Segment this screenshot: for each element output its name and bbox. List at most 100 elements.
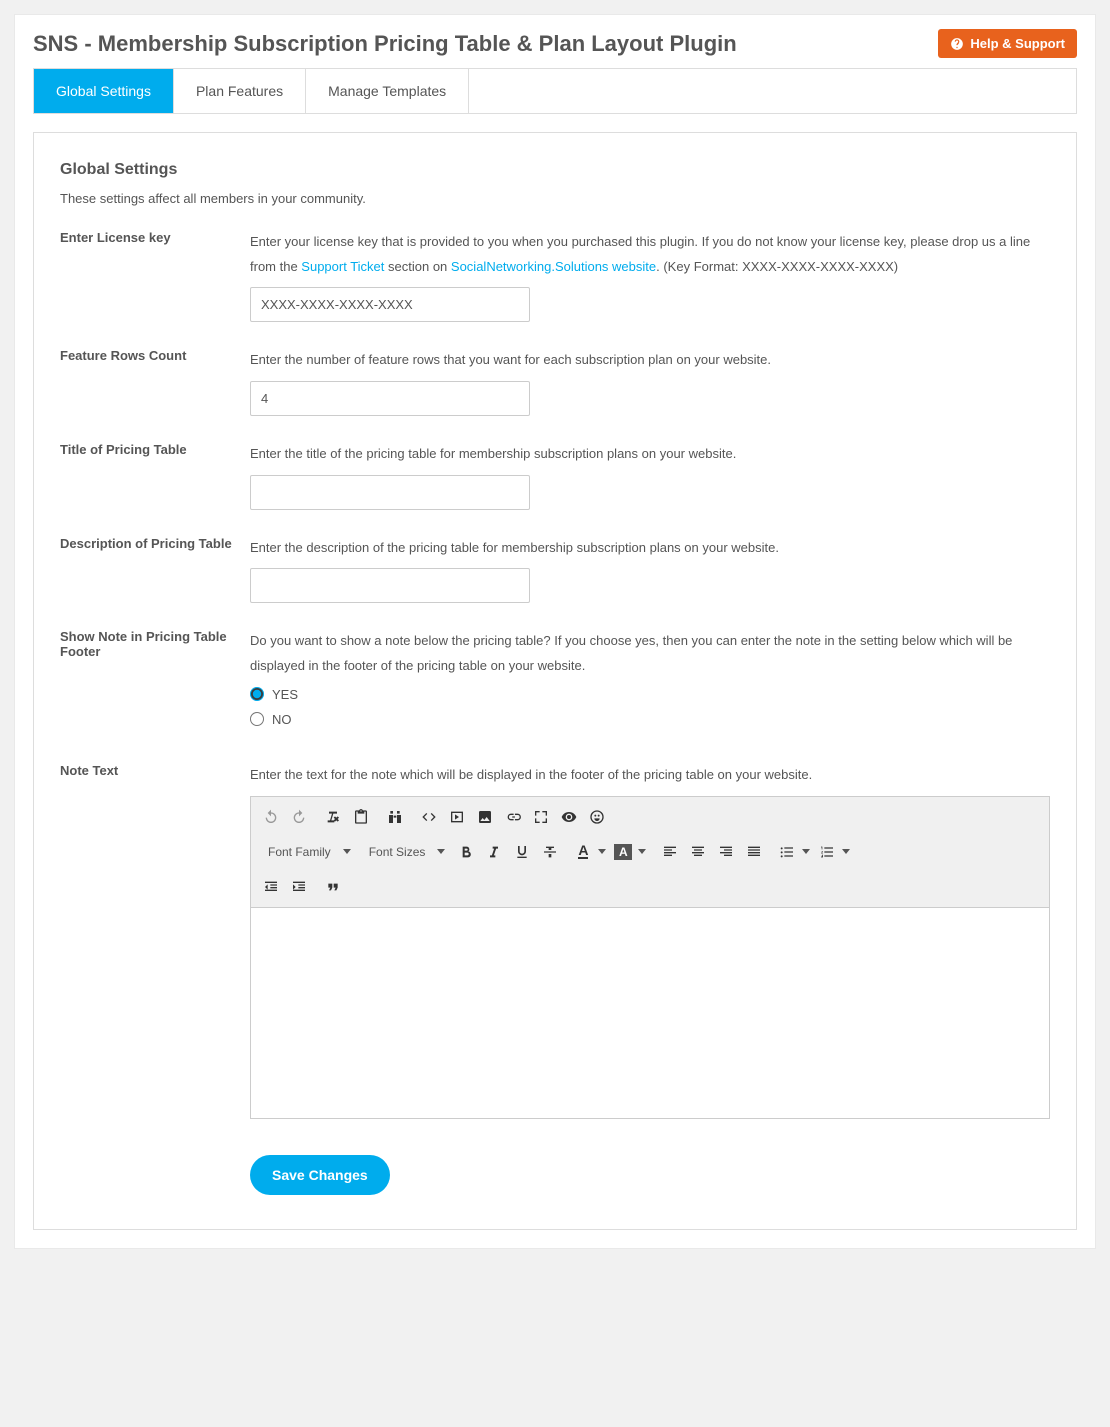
embed-button[interactable] [443,803,471,831]
input-feature-rows[interactable] [250,381,530,416]
caret-icon [437,849,445,854]
tab-global-settings[interactable]: Global Settings [34,69,174,113]
page-header: SNS - Membership Subscription Pricing Ta… [15,15,1095,68]
radio-yes[interactable] [250,687,264,701]
align-left-icon [662,844,678,860]
quote-icon [325,879,341,895]
redo-button[interactable] [285,803,313,831]
caret-icon [598,849,606,854]
font-size-select[interactable]: Font Sizes [358,838,453,866]
desc-note-text: Enter the text for the note which will b… [250,763,1050,788]
panel-subtitle: These settings affect all members in you… [60,191,1050,206]
caret-icon [802,849,810,854]
background-color-icon: A [614,844,632,860]
label-feature-rows: Feature Rows Count [60,348,250,416]
fullscreen-icon [533,809,549,825]
redo-icon [291,809,307,825]
page-container: SNS - Membership Subscription Pricing Ta… [14,14,1096,1249]
radio-no[interactable] [250,712,264,726]
help-support-button[interactable]: Help & Support [938,29,1077,58]
desc-table-description: Enter the description of the pricing tab… [250,536,1050,561]
tab-plan-features[interactable]: Plan Features [174,69,306,113]
caret-icon [638,849,646,854]
outdent-button[interactable] [257,873,285,901]
align-right-button[interactable] [712,838,740,866]
numbered-list-button[interactable] [814,837,854,867]
label-show-note: Show Note in Pricing Table Footer [60,629,250,736]
input-license-key[interactable] [250,287,530,322]
undo-icon [263,809,279,825]
page-title: SNS - Membership Subscription Pricing Ta… [33,31,737,57]
radio-yes-row[interactable]: YES [250,687,1050,702]
align-center-icon [690,844,706,860]
link-button[interactable] [499,803,527,831]
bold-button[interactable] [452,838,480,866]
smiley-icon [589,809,605,825]
clear-format-button[interactable] [319,803,347,831]
italic-button[interactable] [480,838,508,866]
link-sns-website[interactable]: SocialNetworking.Solutions website [451,259,656,274]
bullet-list-button[interactable] [774,837,814,867]
background-color-button[interactable]: A [610,837,650,867]
input-table-description[interactable] [250,568,530,603]
row-license-key: Enter License key Enter your license key… [60,230,1050,322]
label-note-text: Note Text [60,763,250,1119]
binoculars-icon [387,809,403,825]
clear-format-icon [325,809,341,825]
find-replace-button[interactable] [381,803,409,831]
input-table-title[interactable] [250,475,530,510]
strikethrough-button[interactable] [536,838,564,866]
align-justify-icon [746,844,762,860]
tabs-container: Global Settings Plan Features Manage Tem… [33,68,1077,114]
row-table-title: Title of Pricing Table Enter the title o… [60,442,1050,510]
desc-table-title: Enter the title of the pricing table for… [250,442,1050,467]
caret-icon [842,849,850,854]
source-code-button[interactable] [415,803,443,831]
text-color-icon: A [578,844,588,859]
image-button[interactable] [471,803,499,831]
tab-manage-templates[interactable]: Manage Templates [306,69,469,113]
desc-text: . (Key Format: XXXX-XXXX-XXXX-XXXX) [656,259,898,274]
outdent-icon [263,879,279,895]
eye-icon [561,809,577,825]
font-size-label: Font Sizes [369,845,426,859]
image-icon [477,809,493,825]
desc-feature-rows: Enter the number of feature rows that yo… [250,348,1050,373]
row-table-description: Description of Pricing Table Enter the d… [60,536,1050,604]
label-table-title: Title of Pricing Table [60,442,250,510]
indent-button[interactable] [285,873,313,901]
rich-text-editor: Font Family Font Sizes [250,796,1050,1119]
radio-yes-label: YES [272,687,298,702]
fullscreen-button[interactable] [527,803,555,831]
align-right-icon [718,844,734,860]
desc-text: section on [384,259,451,274]
preview-button[interactable] [555,803,583,831]
radio-no-row[interactable]: NO [250,712,1050,727]
bullet-list-icon [779,844,795,860]
row-feature-rows: Feature Rows Count Enter the number of f… [60,348,1050,416]
editor-content-area[interactable] [251,908,1049,1118]
paste-text-button[interactable] [347,803,375,831]
caret-icon [343,849,351,854]
label-table-description: Description of Pricing Table [60,536,250,604]
help-icon [950,37,964,51]
editor-toolbar: Font Family Font Sizes [251,797,1049,908]
desc-show-note: Do you want to show a note below the pri… [250,629,1050,678]
radio-no-label: NO [272,712,292,727]
settings-panel: Global Settings These settings affect al… [33,132,1077,1230]
undo-button[interactable] [257,803,285,831]
help-support-label: Help & Support [970,36,1065,51]
text-color-button[interactable]: A [570,837,610,867]
emoticon-button[interactable] [583,803,611,831]
underline-button[interactable] [508,838,536,866]
code-icon [421,809,437,825]
link-support-ticket[interactable]: Support Ticket [301,259,384,274]
row-show-note: Show Note in Pricing Table Footer Do you… [60,629,1050,736]
panel-title: Global Settings [60,161,1050,179]
align-left-button[interactable] [656,838,684,866]
align-justify-button[interactable] [740,838,768,866]
font-family-select[interactable]: Font Family [257,838,358,866]
align-center-button[interactable] [684,838,712,866]
save-changes-button[interactable]: Save Changes [250,1155,390,1195]
blockquote-button[interactable] [319,873,347,901]
